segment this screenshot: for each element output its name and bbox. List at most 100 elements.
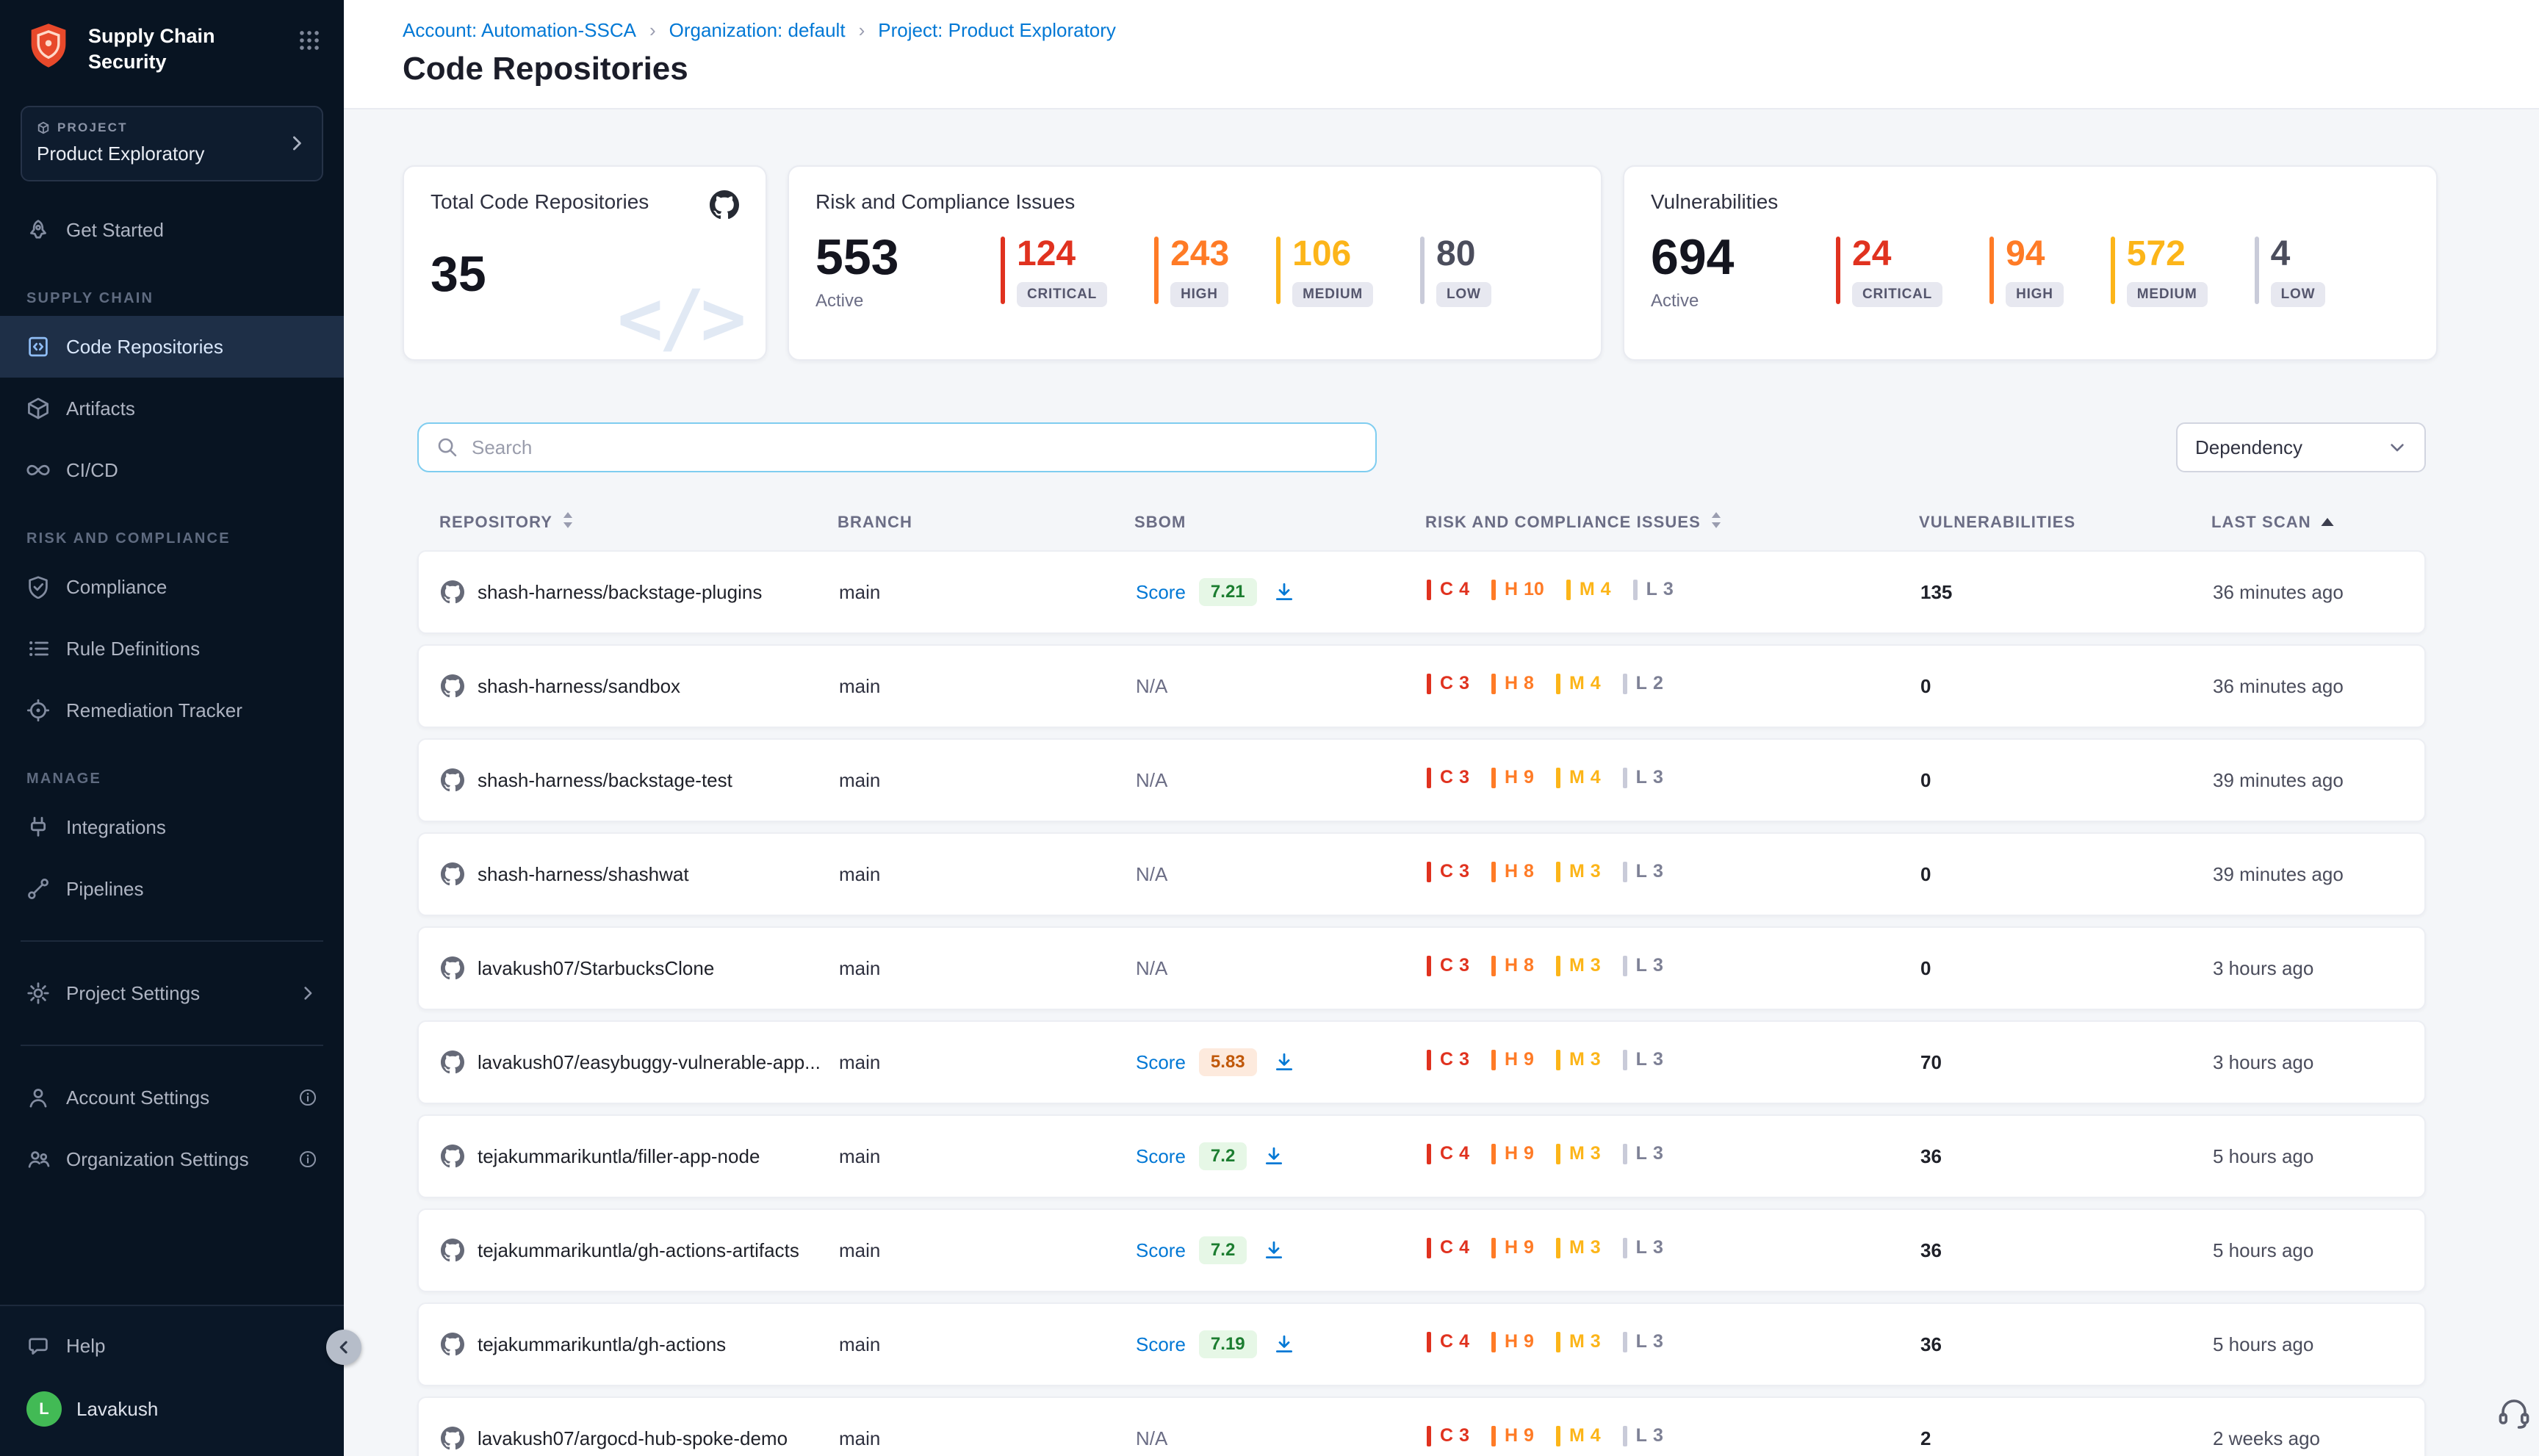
sidebar-item-cicd[interactable]: CI/CD [0, 439, 344, 501]
table-row[interactable]: shash-harness/sandboxmainN/AC3H8M4L2036 … [417, 644, 2426, 728]
repository-cell[interactable]: shash-harness/backstage-plugins [441, 580, 839, 604]
search-input[interactable] [472, 436, 1358, 459]
severity-stat-body: 572MEDIUM [2127, 237, 2208, 307]
sort-icon[interactable] [1710, 511, 1723, 534]
support-headset-icon[interactable] [2496, 1394, 2532, 1435]
repository-cell[interactable]: lavakush07/argocd-hub-spoke-demo [441, 1427, 839, 1450]
column-header-vulnerabilities[interactable]: VULNERABILITIES [1919, 511, 2211, 534]
sidebar-item-compliance[interactable]: Compliance [0, 556, 344, 618]
severity-chip-low: L3 [1623, 767, 1663, 788]
table-row[interactable]: lavakush07/easybuggy-vulnerable-app...ma… [417, 1020, 2426, 1104]
sbom-not-available: N/A [1136, 675, 1167, 698]
sbom-not-available: N/A [1136, 957, 1167, 980]
severity-letter: L [1636, 1425, 1647, 1446]
sidebar-collapse-handle[interactable] [326, 1330, 361, 1365]
table-row[interactable]: shash-harness/backstage-pluginsmainScore… [417, 550, 2426, 634]
sort-ascending-icon[interactable] [2320, 513, 2335, 532]
project-selector[interactable]: PROJECT Product Exploratory [21, 106, 323, 181]
issues-cell: C4H9M3L3 [1427, 1143, 1920, 1170]
last-scan-cell: 5 hours ago [2213, 1333, 2424, 1356]
download-sbom-icon[interactable] [1273, 581, 1295, 603]
breadcrumb-link[interactable]: Account: Automation-SSCA [403, 19, 636, 42]
sidebar-item-artifacts[interactable]: Artifacts [0, 378, 344, 439]
download-sbom-icon[interactable] [1273, 1051, 1295, 1073]
severity-bar [1427, 580, 1431, 600]
search-icon [436, 436, 458, 458]
table-row[interactable]: shash-harness/backstage-testmainN/AC3H9M… [417, 738, 2426, 822]
download-sbom-icon[interactable] [1263, 1145, 1285, 1167]
column-header-branch[interactable]: BRANCH [838, 511, 1134, 534]
severity-count: 3 [1653, 1331, 1663, 1352]
severity-letter: H [1505, 1143, 1518, 1164]
severity-bar [2255, 237, 2259, 304]
severity-count: 4 [1601, 579, 1611, 600]
download-sbom-icon[interactable] [1263, 1239, 1285, 1261]
severity-bar [2111, 237, 2115, 304]
last-scan-cell: 3 hours ago [2213, 957, 2424, 980]
sidebar-item-get-started[interactable]: Get Started [0, 199, 344, 261]
severity-chip-low: L3 [1623, 1237, 1663, 1258]
repository-cell[interactable]: shash-harness/sandbox [441, 674, 839, 698]
sidebar-item-rule-definitions[interactable]: Rule Definitions [0, 618, 344, 680]
sidebar-item-remediation-tracker[interactable]: Remediation Tracker [0, 680, 344, 741]
table-row[interactable]: tejakummarikuntla/filler-app-nodemainSco… [417, 1114, 2426, 1198]
table-row[interactable]: shash-harness/shashwatmainN/AC3H8M3L3039… [417, 832, 2426, 916]
table-header: REPOSITORY BRANCH SBOM RISK AND COMPLIAN… [417, 511, 2426, 534]
repository-cell[interactable]: tejakummarikuntla/gh-actions-artifacts [441, 1239, 839, 1262]
sidebar-item-organization-settings[interactable]: Organization Settings [0, 1128, 344, 1190]
sidebar-item-account-settings[interactable]: Account Settings [0, 1067, 344, 1128]
severity-bar [1623, 768, 1627, 788]
repository-cell[interactable]: lavakush07/easybuggy-vulnerable-app... [441, 1050, 839, 1074]
repository-cell[interactable]: shash-harness/shashwat [441, 862, 839, 886]
table-row[interactable]: tejakummarikuntla/gh-actionsmainScore7.1… [417, 1302, 2426, 1386]
sidebar-item-pipelines[interactable]: Pipelines [0, 858, 344, 920]
table-row[interactable]: lavakush07/argocd-hub-spoke-demomainN/AC… [417, 1396, 2426, 1456]
severity-count: 3 [1459, 1049, 1469, 1070]
github-icon [441, 1427, 464, 1450]
dependency-filter-select[interactable]: Dependency [2176, 422, 2426, 472]
sidebar-item-code-repositories[interactable]: Code Repositories [0, 316, 344, 378]
column-header-sbom[interactable]: SBOM [1134, 511, 1425, 534]
github-icon [441, 956, 464, 980]
download-sbom-icon[interactable] [1273, 1333, 1295, 1355]
breadcrumb-link[interactable]: Organization: default [669, 19, 846, 42]
repository-name: shash-harness/shashwat [478, 863, 689, 886]
user-menu[interactable]: L Lavakush [0, 1377, 344, 1444]
sbom-cell: Score5.83 [1136, 1048, 1427, 1076]
sbom-cell: Score7.21 [1136, 578, 1427, 606]
column-header-risk-and-compliance-issues[interactable]: RISK AND COMPLIANCE ISSUES [1425, 511, 1919, 534]
app-grid-icon[interactable] [298, 21, 320, 57]
sidebar-item-integrations[interactable]: Integrations [0, 796, 344, 858]
branch-cell: main [839, 675, 1136, 698]
repository-cell[interactable]: lavakush07/StarbucksClone [441, 956, 839, 980]
table-row[interactable]: lavakush07/StarbucksClonemainN/AC3H8M3L3… [417, 926, 2426, 1010]
severity-bar [1556, 1050, 1560, 1070]
chevron-right-icon [298, 984, 317, 1003]
severity-bar [1420, 237, 1425, 304]
repository-name: tejakummarikuntla/filler-app-node [478, 1145, 760, 1168]
app: Supply Chain Security PROJECT Product Ex… [0, 0, 2539, 1456]
sidebar-item-help[interactable]: Help [0, 1315, 344, 1377]
severity-letter: L [1636, 1237, 1647, 1258]
severity-bar [1623, 674, 1627, 694]
severity-count: 9 [1524, 1143, 1534, 1164]
severity-chip-critical: C3 [1427, 861, 1469, 882]
repository-cell[interactable]: tejakummarikuntla/filler-app-node [441, 1145, 839, 1168]
breadcrumb-link[interactable]: Project: Product Exploratory [878, 19, 1116, 42]
column-header-last-scan[interactable]: LAST SCAN [2211, 511, 2426, 534]
severity-chip-high: H9 [1491, 1425, 1534, 1446]
severity-chip-high: H9 [1491, 1331, 1534, 1352]
column-header-repository[interactable]: REPOSITORY [439, 511, 838, 534]
column-label: VULNERABILITIES [1919, 513, 2075, 532]
severity-count: 4 [1459, 1237, 1469, 1258]
target-icon [26, 699, 50, 722]
table-row[interactable]: tejakummarikuntla/gh-actions-artifactsma… [417, 1208, 2426, 1292]
vulnerabilities-cell: 0 [1920, 769, 2213, 792]
severity-count: 3 [1653, 1237, 1663, 1258]
sort-icon[interactable] [561, 511, 575, 534]
repository-cell[interactable]: tejakummarikuntla/gh-actions [441, 1333, 839, 1356]
severity-count: 106 [1292, 237, 1373, 272]
sbom-score-badge: 7.21 [1199, 578, 1257, 606]
repository-cell[interactable]: shash-harness/backstage-test [441, 768, 839, 792]
sidebar-item-project-settings[interactable]: Project Settings [0, 962, 344, 1024]
